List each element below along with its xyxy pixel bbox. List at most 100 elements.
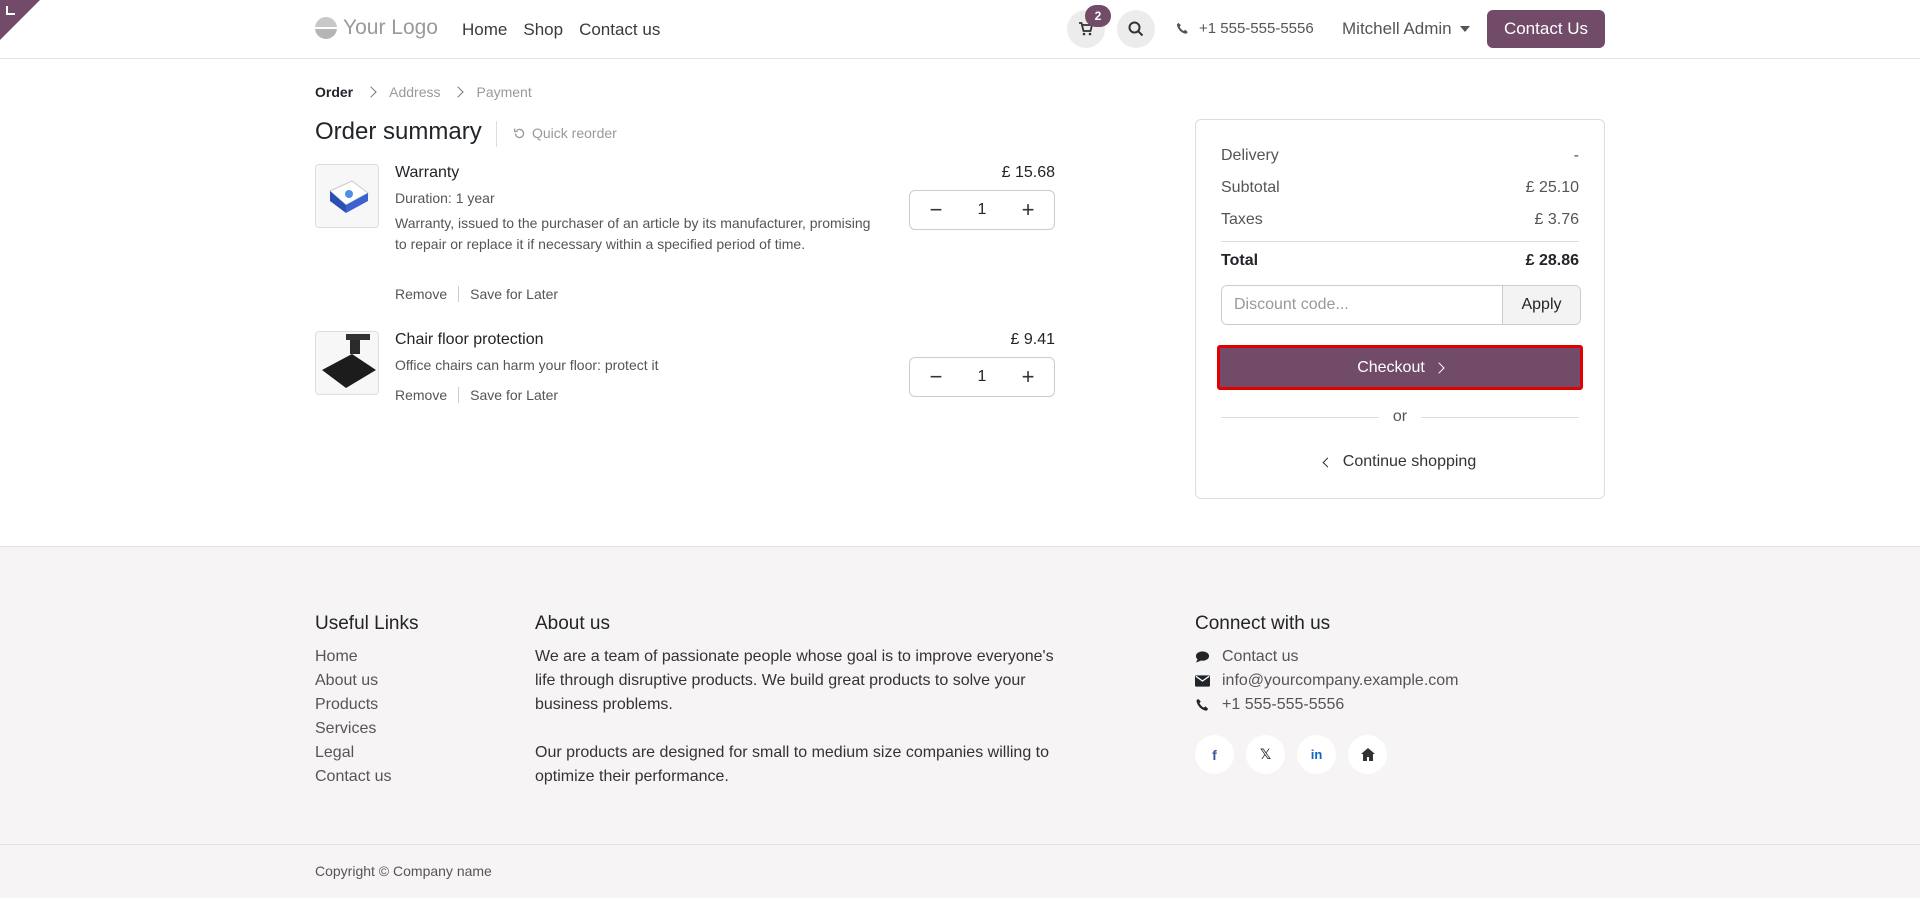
subtotal-row: Subtotal £ 25.10 [1221,179,1579,197]
footer-link-contact[interactable]: Contact us [315,765,391,789]
product-description: Office chairs can harm your floor: prote… [395,357,659,373]
connect-title: Connect with us [1195,613,1331,634]
product-duration: Duration: 1 year [395,190,495,206]
product-image[interactable] [315,331,379,395]
nav-shop[interactable]: Shop [523,20,563,40]
connect-email-link[interactable]: info@yourcompany.example.com [1195,669,1459,693]
subtotal-value: £ 25.10 [1525,179,1579,196]
or-separator: or [1221,408,1580,426]
save-for-later-link[interactable]: Save for Later [458,286,569,302]
save-for-later-link[interactable]: Save for Later [458,387,569,403]
increase-quantity-button[interactable]: + [1018,366,1038,388]
footer-link-home[interactable]: Home [315,645,391,669]
footer-link-services[interactable]: Services [315,717,391,741]
main-nav: Home Shop Contact us [462,20,660,40]
checkout-label: Checkout [1357,358,1425,376]
product-name[interactable]: Warranty [395,164,459,182]
quantity-stepper: − 1 + [909,357,1055,397]
discount-code-input[interactable] [1222,286,1502,324]
product-price: £ 15.68 [1001,164,1055,181]
floor-mat-image [316,332,378,394]
user-menu[interactable]: Mitchell Admin [1342,19,1470,39]
product-image[interactable] [315,164,379,228]
about-text: We are a team of passionate people whose… [535,645,1065,789]
footer-link-products[interactable]: Products [315,693,391,717]
house-shape [1360,748,1375,761]
quick-reorder-label: Quick reorder [532,125,617,141]
envelope-icon [1195,675,1210,687]
footer-link-about[interactable]: About us [315,669,391,693]
delivery-label: Delivery [1221,147,1279,164]
useful-links-title: Useful Links [315,613,419,634]
divider [1421,416,1580,418]
remove-link[interactable]: Remove [395,387,458,403]
delivery-value: - [1573,147,1579,164]
item-actions: Remove Save for Later [395,286,569,302]
phone-icon [1196,698,1209,711]
about-paragraph: We are a team of passionate people whose… [535,648,1054,713]
logo[interactable]: Your Logo [315,16,438,40]
connect-phone-link[interactable]: +1 555-555-5556 [1195,693,1459,717]
facebook-icon[interactable]: f [1195,735,1234,774]
corner-icon [6,6,15,15]
header-phone[interactable]: +1 555-555-5556 [1176,20,1314,37]
logo-text: Your Logo [343,16,438,39]
copyright-divider [0,844,1920,845]
product-price: £ 9.41 [1010,331,1055,348]
social-links: f 𝕏 in [1195,735,1387,774]
cart-line-chair-floor-protection: Chair floor protection Office chairs can… [315,331,1055,411]
discount-form: Apply [1221,285,1581,325]
nav-home[interactable]: Home [462,20,507,40]
quantity-stepper: − 1 + [909,190,1055,230]
site-header: Your Logo Home Shop Contact us 2 +1 555-… [0,0,1920,59]
totals-divider [1221,241,1579,242]
title-divider [496,121,497,147]
apply-discount-button[interactable]: Apply [1502,286,1580,324]
connect-email-text: info@yourcompany.example.com [1222,672,1459,689]
history-icon [513,128,525,138]
chevron-right-icon [365,86,377,98]
divider [1221,416,1379,418]
step-address: Address [389,84,441,100]
user-name: Mitchell Admin [1342,19,1452,38]
about-paragraph: Our products are designed for small to m… [535,744,1050,785]
chevron-left-icon [1322,457,1333,467]
product-name[interactable]: Chair floor protection [395,331,544,349]
checkout-steps: Order Address Payment [315,84,532,100]
continue-shopping-link[interactable]: Continue shopping [1196,453,1604,471]
total-label: Total [1221,252,1259,269]
site-footer: Useful Links Home About us Products Serv… [0,546,1920,898]
phone-icon [1176,22,1188,34]
contact-us-button[interactable]: Contact Us [1487,10,1605,48]
cart-count-badge: 2 [1085,5,1111,27]
subtotal-label: Subtotal [1221,179,1280,196]
useful-links-list: Home About us Products Services Legal Co… [315,645,391,789]
copyright-text: Copyright © Company name [315,863,492,879]
chevron-right-icon [452,86,465,98]
or-text: or [1392,408,1408,425]
taxes-label: Taxes [1221,211,1263,228]
quick-reorder-button[interactable]: Quick reorder [513,125,617,141]
home-icon[interactable] [1348,735,1387,774]
decrease-quantity-button[interactable]: − [926,366,946,388]
nav-contact[interactable]: Contact us [579,20,660,40]
quantity-value[interactable]: 1 [978,201,987,219]
connect-contact-text: Contact us [1222,648,1299,665]
search-button[interactable] [1117,10,1155,48]
taxes-row: Taxes £ 3.76 [1221,211,1579,229]
step-payment: Payment [476,84,532,100]
footer-link-legal[interactable]: Legal [315,741,391,765]
order-totals-card: Delivery - Subtotal £ 25.10 Taxes £ 3.76… [1195,119,1605,499]
connect-contact-link[interactable]: Contact us [1195,645,1459,669]
quantity-value[interactable]: 1 [978,368,987,386]
remove-link[interactable]: Remove [395,286,458,302]
delivery-row: Delivery - [1221,147,1579,165]
checkout-button[interactable]: Checkout [1217,345,1583,390]
linkedin-icon[interactable]: in [1297,735,1336,774]
step-order[interactable]: Order [315,84,353,100]
x-twitter-icon[interactable]: 𝕏 [1246,735,1285,774]
chat-icon [1195,651,1210,663]
about-title: About us [535,613,610,634]
increase-quantity-button[interactable]: + [1018,199,1038,221]
decrease-quantity-button[interactable]: − [926,199,946,221]
